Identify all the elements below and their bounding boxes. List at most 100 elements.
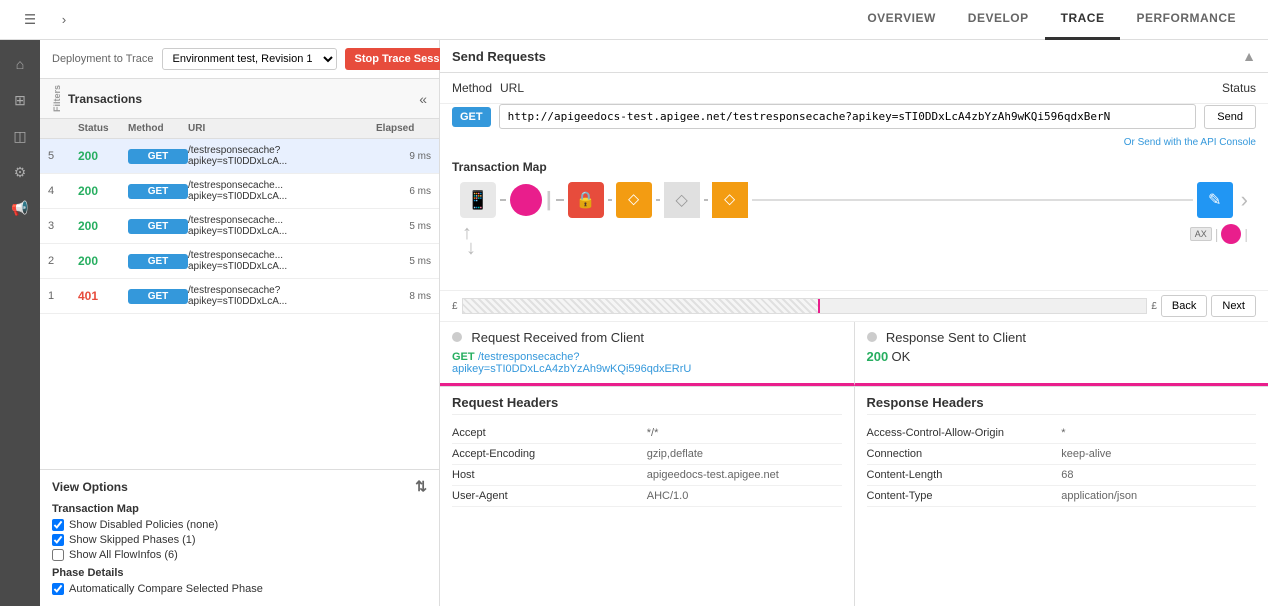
send-button[interactable]: Send — [1204, 105, 1256, 129]
deploy-label: Deployment to Trace — [52, 53, 154, 65]
transactions-table-body: 5 200 GET /testresponsecache? apikey=sTI… — [40, 139, 439, 469]
grey-diamond-icon[interactable]: ◇ — [664, 182, 700, 218]
row-num: 4 — [48, 185, 78, 197]
header-row: Content-Length 68 — [867, 465, 1257, 486]
collapse-transactions-button[interactable]: « — [419, 91, 427, 107]
transaction-map-title: Transaction Map — [452, 160, 1256, 174]
uri-cell: /testresponsecache... apikey=sTI0DDxLcA.… — [188, 250, 376, 272]
skipped-phases-checkbox[interactable] — [52, 534, 64, 546]
method-badge[interactable]: GET — [128, 254, 188, 269]
routing-policy-icon[interactable]: ⬦ — [616, 182, 652, 218]
status-badge: 200 — [78, 184, 128, 198]
view-options-title: View Options — [52, 480, 128, 494]
collapse-view-options-button[interactable]: ⇅ — [415, 478, 427, 495]
request-headers-col: Request Headers Accept */* Accept-Encodi… — [440, 387, 855, 606]
right-panel: Send Requests ▲ Method URL Status GET Se… — [440, 40, 1268, 606]
disabled-policies-checkbox[interactable] — [52, 519, 64, 531]
timeline-end-label: £ — [1151, 301, 1157, 312]
nav-overview[interactable]: OVERVIEW — [851, 0, 951, 40]
method-badge[interactable]: GET — [128, 289, 188, 304]
option-auto-compare: Automatically Compare Selected Phase — [52, 583, 427, 595]
nav-performance[interactable]: PERFORMANCE — [1120, 0, 1252, 40]
next-button[interactable]: Next — [1211, 295, 1256, 317]
nav-left-icons: ☰ › — [16, 6, 78, 34]
table-row[interactable]: 3 200 GET /testresponsecache... apikey=s… — [40, 209, 439, 244]
status-badge: 200 — [78, 149, 128, 163]
transaction-map-section: Transaction Map 📱 | 🔒 — [440, 152, 1268, 291]
chevron-right-icon[interactable]: › — [50, 6, 78, 34]
yellow-diamond-icon[interactable]: ⬦ — [712, 182, 748, 218]
api-console-anchor[interactable]: Send with the API Console — [1138, 137, 1256, 148]
response-headers-col: Response Headers Access-Control-Allow-Or… — [855, 387, 1268, 606]
uri-cell: /testresponsecache... apikey=sTI0DDxLcA.… — [188, 180, 376, 202]
right-arrow-icon: › — [1241, 187, 1248, 213]
elapsed: 5 ms — [376, 221, 431, 232]
settings-icon[interactable]: ⚙ — [4, 156, 36, 188]
request-headers-title: Request Headers — [452, 395, 842, 415]
header-row: Accept-Encoding gzip,deflate — [452, 444, 842, 465]
skipped-phases-label: Show Skipped Phases (1) — [69, 534, 196, 546]
phase-request-url: /testresponsecache? — [478, 351, 580, 363]
url-bar-labels: Method URL Status — [440, 73, 1268, 104]
header-row: Connection keep-alive — [867, 444, 1257, 465]
pipe-icon: | — [1215, 226, 1219, 242]
header-row: Accept */* — [452, 423, 842, 444]
menu-icon[interactable]: ☰ — [16, 6, 44, 34]
table-row[interactable]: 2 200 GET /testresponsecache... apikey=s… — [40, 244, 439, 279]
home-icon[interactable]: ⌂ — [4, 48, 36, 80]
nav-develop[interactable]: DEVELOP — [952, 0, 1045, 40]
status-badge: 200 — [78, 254, 128, 268]
table-row[interactable]: 4 200 GET /testresponsecache... apikey=s… — [40, 174, 439, 209]
main-layout: ⌂ ⊞ ◫ ⚙ 📢 Deployment to Trace Environmen… — [0, 40, 1268, 606]
row-num: 3 — [48, 220, 78, 232]
send-requests-header: Send Requests ▲ — [440, 40, 1268, 73]
transactions-header: Filters Transactions « — [40, 79, 439, 119]
layers-icon[interactable]: ◫ — [4, 120, 36, 152]
phase-request-label: Request Received from Client — [471, 330, 644, 345]
phase-response-col: Response Sent to Client 200 OK — [855, 322, 1268, 386]
uri-cell: /testresponsecache? apikey=sTI0DDxLcA... — [188, 285, 376, 307]
elapsed-col-header: Elapsed — [376, 123, 431, 134]
phase-response-status-text: OK — [892, 349, 911, 364]
status-badge: 200 — [78, 219, 128, 233]
panel-toolbar: Deployment to Trace Environment test, Re… — [40, 40, 439, 79]
flow-infos-checkbox[interactable] — [52, 549, 64, 561]
transactions-panel: Deployment to Trace Environment test, Re… — [40, 40, 440, 606]
phase-response-label: Response Sent to Client — [886, 330, 1026, 345]
lock-policy-icon[interactable]: 🔒 — [568, 182, 604, 218]
table-row[interactable]: 5 200 GET /testresponsecache? apikey=sTI… — [40, 139, 439, 174]
pink-dot-small-icon — [1221, 224, 1241, 244]
method-badge[interactable]: GET — [128, 219, 188, 234]
option-flow-infos: Show All FlowInfos (6) — [52, 549, 427, 561]
method-badge[interactable]: GET — [128, 149, 188, 164]
status-col-label: Status — [1222, 81, 1256, 95]
uri-cell: /testresponsecache... apikey=sTI0DDxLcA.… — [188, 215, 376, 237]
url-input[interactable] — [499, 104, 1197, 129]
deploy-select[interactable]: Environment test, Revision 1 — [162, 48, 337, 70]
method-badge[interactable]: GET — [128, 184, 188, 199]
ax-badge: AX — [1190, 227, 1212, 241]
uri-col-header: URI — [188, 123, 376, 134]
grid-icon[interactable]: ⊞ — [4, 84, 36, 116]
option-disabled-policies: Show Disabled Policies (none) — [52, 519, 427, 531]
timeline-marker — [818, 299, 820, 313]
transaction-map-option-title: Transaction Map — [52, 503, 427, 515]
back-button[interactable]: Back — [1161, 295, 1207, 317]
phase-details-option-title: Phase Details — [52, 567, 427, 579]
auto-compare-checkbox[interactable] — [52, 583, 64, 595]
phone-icon: 📱 — [460, 182, 496, 218]
view-options-panel: View Options ⇅ Transaction Map Show Disa… — [40, 469, 439, 606]
pencil-policy-icon[interactable]: ✎ — [1197, 182, 1233, 218]
scroll-top-button[interactable]: ▲ — [1242, 48, 1256, 64]
top-nav: ☰ › OVERVIEW DEVELOP TRACE PERFORMANCE — [0, 0, 1268, 40]
separator-icon: | — [546, 189, 552, 212]
table-header: Status Method URI Elapsed — [40, 119, 439, 139]
timeline-start-label: £ — [452, 301, 458, 312]
timeline-fill — [463, 299, 819, 313]
nav-trace[interactable]: TRACE — [1045, 0, 1121, 40]
response-headers-title: Response Headers — [867, 395, 1257, 415]
method-col-header: Method — [128, 123, 188, 134]
table-row[interactable]: 1 401 GET /testresponsecache? apikey=sTI… — [40, 279, 439, 314]
megaphone-icon[interactable]: 📢 — [4, 192, 36, 224]
send-requests-title: Send Requests — [452, 49, 546, 64]
